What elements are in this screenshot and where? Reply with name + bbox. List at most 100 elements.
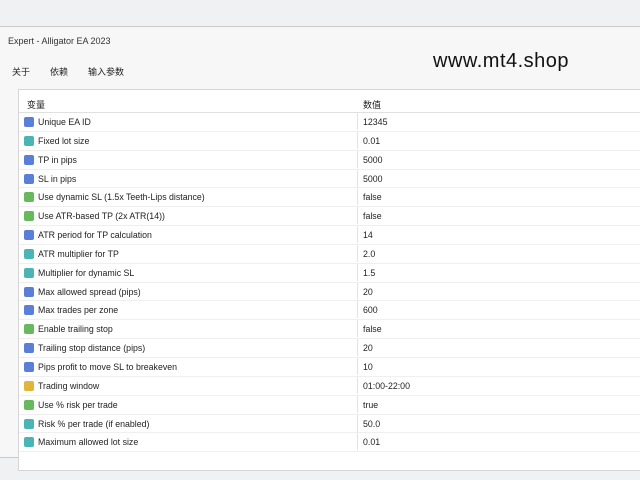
column-divider (357, 395, 358, 413)
parameters-table: 变量 数值 Unique EA ID 12345 Fixed lot size 0.0… (18, 89, 640, 471)
column-divider (357, 169, 358, 187)
page: Expert - Alligator EA 2023 关于 依赖 输入参数 变量… (0, 0, 640, 480)
parameter-name: Pips profit to move SL to breakeven (38, 361, 178, 372)
parameter-name: Maximum allowed lot size (38, 437, 139, 448)
column-divider (357, 339, 358, 357)
parameter-type-icon (24, 230, 34, 241)
tab-dependencies[interactable]: 依赖 (40, 65, 78, 83)
parameter-value[interactable]: 14 (363, 230, 373, 240)
parameter-name: TP in pips (38, 154, 77, 165)
tab-bar: 关于 依赖 输入参数 (0, 65, 134, 83)
parameter-name: SL in pips (38, 173, 77, 184)
parameter-name: Trailing stop distance (pips) (38, 343, 146, 354)
parameter-value[interactable]: 1.5 (363, 268, 375, 278)
parameter-value[interactable]: 10 (363, 362, 373, 372)
column-divider (357, 131, 358, 149)
table-row[interactable]: Fixed lot size 0.01 (19, 131, 640, 151)
parameter-type-icon (24, 173, 34, 184)
parameter-value[interactable]: false (363, 192, 382, 202)
parameter-value[interactable]: true (363, 400, 378, 410)
parameter-type-icon (24, 117, 34, 127)
parameter-type-icon (24, 248, 34, 259)
parameter-type-icon (24, 135, 34, 146)
parameter-name: Unique EA ID (38, 117, 91, 127)
table-row[interactable]: Use % risk per trade true (19, 395, 640, 415)
table-row[interactable]: TP in pips 5000 (19, 150, 640, 170)
column-divider (357, 207, 358, 225)
parameter-name: Risk % per trade (if enabled) (38, 418, 150, 429)
column-divider (357, 376, 358, 394)
table-row[interactable]: Trailing stop distance (pips) 20 (19, 339, 640, 358)
table-row[interactable]: ATR multiplier for TP 2.0 (19, 244, 640, 264)
window-title: Expert - Alligator EA 2023 (8, 36, 111, 46)
column-divider (357, 320, 358, 338)
parameter-value[interactable]: 2.0 (363, 249, 375, 259)
column-header-variable[interactable]: 变量 (27, 98, 45, 111)
parameter-value[interactable]: 12345 (363, 117, 387, 127)
parameter-type-icon (24, 418, 34, 429)
table-row[interactable]: Pips profit to move SL to breakeven 10 (19, 357, 640, 377)
table-row[interactable]: Risk % per trade (if enabled) 50.0 (19, 414, 640, 434)
column-divider (357, 226, 358, 244)
column-divider (357, 113, 358, 130)
table-body: Unique EA ID 12345 Fixed lot size 0.01 TP in… (19, 113, 640, 453)
table-row[interactable]: SL in pips 5000 (19, 169, 640, 189)
column-divider (357, 188, 358, 206)
parameter-value[interactable]: 20 (363, 287, 373, 297)
parameter-type-icon (24, 154, 34, 165)
parameter-name: ATR multiplier for TP (38, 248, 119, 259)
expert-dialog: Expert - Alligator EA 2023 关于 依赖 输入参数 变量… (0, 26, 640, 471)
parameter-type-icon (24, 361, 34, 372)
parameter-type-icon (24, 399, 34, 410)
parameter-name: Use ATR-based TP (2x ATR(14)) (38, 211, 165, 222)
table-header: 变量 数值 (19, 90, 640, 113)
table-row[interactable]: Max trades per zone 600 (19, 301, 640, 321)
parameter-name: Trading window (38, 380, 100, 391)
parameter-value[interactable]: 0.01 (363, 136, 380, 146)
table-row[interactable]: Maximum allowed lot size 0.01 (19, 433, 640, 453)
column-divider (357, 301, 358, 319)
parameter-name: ATR period for TP calculation (38, 230, 152, 241)
parameter-type-icon (24, 267, 34, 278)
parameter-name: Max trades per zone (38, 305, 119, 316)
parameter-value[interactable]: 600 (363, 305, 378, 315)
parameter-type-icon (24, 192, 34, 203)
parameter-type-icon (24, 324, 34, 335)
table-row[interactable]: Trading window 01:00-22:00 (19, 376, 640, 396)
column-divider (357, 263, 358, 281)
column-divider (357, 150, 358, 168)
table-row[interactable]: Enable trailing stop false (19, 320, 640, 340)
parameter-value[interactable]: false (363, 324, 382, 334)
table-row[interactable]: Multiplier for dynamic SL 1.5 (19, 263, 640, 283)
parameter-name: Enable trailing stop (38, 324, 113, 335)
column-divider (357, 414, 358, 432)
column-divider (357, 357, 358, 375)
watermark: www.mt4.shop (433, 50, 570, 72)
table-row[interactable]: Use ATR-based TP (2x ATR(14)) false (19, 207, 640, 227)
parameter-value[interactable]: 20 (363, 343, 373, 353)
parameter-type-icon (24, 286, 34, 297)
column-divider (357, 244, 358, 262)
tab-inputs[interactable]: 输入参数 (78, 65, 134, 83)
parameter-name: Use % risk per trade (38, 399, 118, 410)
table-row[interactable]: Unique EA ID 12345 (19, 113, 640, 132)
parameter-value[interactable]: 5000 (363, 174, 383, 184)
column-header-value[interactable]: 数值 (363, 98, 381, 111)
parameter-value[interactable]: 5000 (363, 155, 383, 165)
parameter-value[interactable]: 50.0 (363, 419, 380, 429)
parameter-value[interactable]: 01:00-22:00 (363, 381, 410, 391)
table-row[interactable]: Use dynamic SL (1.5x Teeth-Lips distance… (19, 188, 640, 208)
parameter-type-icon (24, 211, 34, 222)
parameter-type-icon (24, 305, 34, 316)
parameter-value[interactable]: false (363, 211, 382, 221)
table-row[interactable]: Max allowed spread (pips) 20 (19, 282, 640, 302)
tab-about[interactable]: 关于 (0, 65, 40, 83)
table-row[interactable]: ATR period for TP calculation 14 (19, 226, 640, 245)
parameter-type-icon (24, 343, 34, 354)
parameter-name: Use dynamic SL (1.5x Teeth-Lips distance… (38, 192, 205, 203)
parameter-name: Max allowed spread (pips) (38, 286, 141, 297)
parameter-value[interactable]: 0.01 (363, 437, 380, 447)
column-divider (357, 282, 358, 300)
parameter-name: Multiplier for dynamic SL (38, 267, 135, 278)
parameter-type-icon (24, 380, 34, 391)
